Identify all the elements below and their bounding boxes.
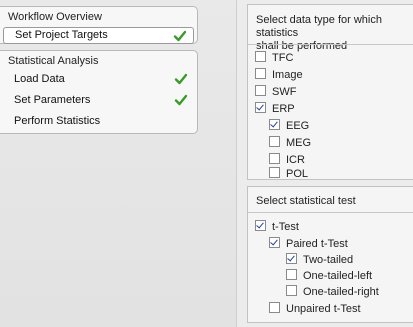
tfc-checkbox[interactable]: TFC [255, 51, 293, 65]
checkbox-box[interactable] [255, 51, 266, 62]
tfc-label: TFC [272, 52, 294, 64]
statistical-test-heading: Select statistical test [256, 195, 356, 207]
meg-checkbox[interactable]: MEG [269, 136, 311, 150]
checkbox-box[interactable] [269, 136, 280, 147]
perform-statistics-label: Perform Statistics [14, 115, 101, 127]
load-data-label: Load Data [14, 73, 65, 85]
t-test-checkbox[interactable]: t-Test [255, 220, 299, 234]
checkbox-box[interactable] [286, 285, 297, 296]
perform-statistics-item[interactable]: Perform Statistics [3, 113, 194, 130]
icr-checkbox[interactable]: ICR [269, 153, 305, 167]
unpaired-t-test-label: Unpaired t-Test [286, 303, 361, 315]
checkbox-box[interactable] [269, 302, 280, 313]
checkbox-box[interactable] [286, 269, 297, 280]
checkbox-box[interactable] [255, 85, 266, 96]
load-data-item[interactable]: Load Data [3, 71, 194, 88]
one-tailed-right-checkbox[interactable]: One-tailed-right [286, 285, 379, 299]
swf-label: SWF [272, 86, 297, 98]
eeg-checkbox[interactable]: EEG [269, 119, 309, 133]
meg-label: MEG [286, 137, 312, 149]
image-label: Image [272, 69, 303, 81]
checkbox-box[interactable] [286, 253, 297, 264]
checkmark-icon [173, 30, 187, 42]
data-type-panel: Select data type for which statistics sh… [247, 4, 413, 180]
one-tailed-right-label: One-tailed-right [303, 286, 379, 298]
image-checkbox[interactable]: Image [255, 68, 303, 82]
checkbox-box[interactable] [269, 167, 280, 178]
set-parameters-label: Set Parameters [14, 94, 91, 106]
icr-label: ICR [286, 154, 305, 166]
statistical-test-panel: Select statistical test t-Test Paired t-… [247, 186, 413, 323]
heading-separator [248, 212, 413, 213]
paired-t-test-checkbox[interactable]: Paired t-Test [269, 237, 348, 251]
two-tailed-label: Two-tailed [303, 254, 354, 266]
checkmark-icon [174, 73, 188, 85]
pane-divider [236, 0, 237, 327]
checkbox-box[interactable] [269, 119, 280, 130]
pol-checkbox[interactable]: POL [269, 167, 308, 181]
data-type-heading: Select data type for which statistics sh… [256, 14, 413, 53]
one-tailed-left-label: One-tailed-left [303, 270, 373, 282]
set-project-targets-label: Set Project Targets [15, 29, 108, 41]
checkbox-box[interactable] [269, 153, 280, 164]
swf-checkbox[interactable]: SWF [255, 85, 296, 99]
erp-label: ERP [272, 103, 295, 115]
eeg-label: EEG [286, 120, 310, 132]
unpaired-t-test-checkbox[interactable]: Unpaired t-Test [269, 302, 361, 316]
t-test-label: t-Test [272, 221, 299, 233]
paired-t-test-label: Paired t-Test [286, 238, 348, 250]
data-type-heading-line1: Select data type for which statistics [256, 14, 382, 39]
checkbox-box[interactable] [255, 68, 266, 79]
checkbox-box[interactable] [255, 102, 266, 113]
set-parameters-item[interactable]: Set Parameters [3, 92, 194, 109]
checkmark-icon [174, 94, 188, 106]
two-tailed-checkbox[interactable]: Two-tailed [286, 253, 353, 267]
checkbox-box[interactable] [255, 220, 266, 231]
statistical-analysis-panel: Statistical Analysis Load Data Set Param… [0, 50, 198, 134]
erp-checkbox[interactable]: ERP [255, 102, 295, 116]
statistical-analysis-title[interactable]: Statistical Analysis [8, 55, 98, 67]
heading-separator [248, 44, 413, 45]
one-tailed-left-checkbox[interactable]: One-tailed-left [286, 269, 372, 283]
set-project-targets-item[interactable]: Set Project Targets [3, 27, 194, 44]
pol-label: POL [286, 168, 309, 180]
workflow-overview-panel: Workflow Overview Set Project Targets [0, 6, 198, 44]
checkbox-box[interactable] [269, 237, 280, 248]
workflow-overview-title[interactable]: Workflow Overview [8, 11, 102, 23]
